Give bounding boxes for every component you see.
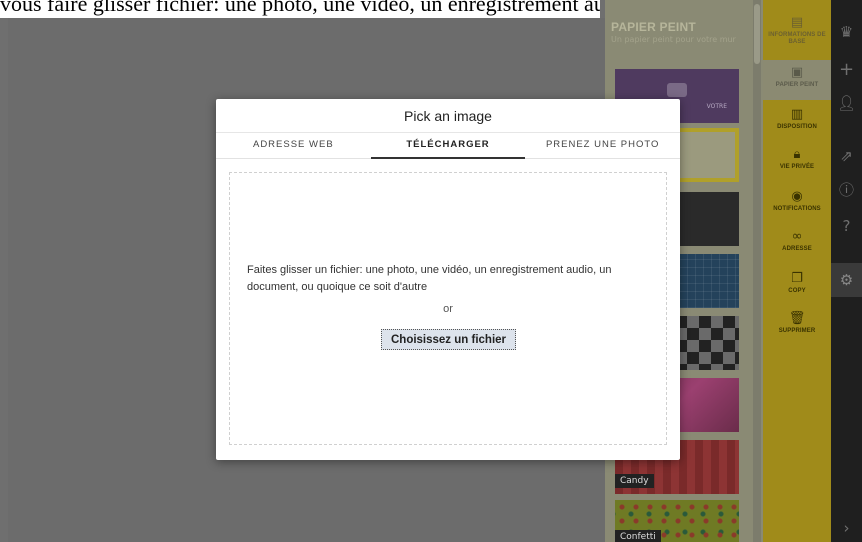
wallpaper-scrollbar[interactable] xyxy=(753,0,761,542)
tools-bar: ♛ + 👤︎ ⇗ ⓘ ? ⚙ › xyxy=(831,0,862,542)
sidebar-item-wallpaper[interactable]: ▣ PAPIER PEINT xyxy=(763,60,831,100)
sidebar-item-address[interactable]: ∞ ADRESSE xyxy=(763,230,831,253)
modal-title: Pick an image xyxy=(216,99,680,133)
info-card-icon: ▤ xyxy=(790,15,804,30)
wallpaper-panel-title: PAPIER PEINT xyxy=(611,20,696,34)
settings-sidebar: ▤ INFORMATIONS DE BASE ▣ PAPIER PEINT ▥ … xyxy=(763,0,831,542)
sidebar-item-label: SUPPRIMER xyxy=(778,328,816,334)
pick-image-modal: Pick an image ADRESSE WEB TÉLÉCHARGER PR… xyxy=(216,99,680,460)
sidebar-item-label: VIE PRIVÉE xyxy=(779,164,815,170)
sidebar-item-label: PAPIER PEINT xyxy=(775,82,819,88)
link-icon: ∞ xyxy=(791,229,803,244)
info-icon[interactable]: ⓘ xyxy=(831,182,862,198)
tab-upload[interactable]: TÉLÉCHARGER xyxy=(370,133,526,159)
sidebar-item-label: DISPOSITION xyxy=(777,124,817,130)
top-text-strip: vous faire glisser fichier: une photo, u… xyxy=(0,0,600,18)
sidebar-item-basic-info[interactable]: ▤ INFORMATIONS DE BASE xyxy=(763,16,831,60)
tab-take-photo[interactable]: PRENEZ UNE PHOTO xyxy=(525,133,680,158)
camera-icon xyxy=(667,83,687,97)
file-dropzone[interactable]: Faites glisser un fichier: une photo, un… xyxy=(229,172,667,445)
plus-icon[interactable]: + xyxy=(831,61,862,79)
sidebar-item-privacy[interactable]: 🔒︎ VIE PRIVÉE xyxy=(763,148,831,171)
sidebar-item-copy[interactable]: ❐ COPY xyxy=(763,272,831,295)
copy-icon: ❐ xyxy=(791,271,803,286)
sidebar-item-label: COPY xyxy=(788,288,806,294)
sidebar-item-delete[interactable]: 🗑︎ SUPPRIMER xyxy=(763,312,831,335)
dropzone-instructions: Faites glisser un fichier: une photo, un… xyxy=(247,264,612,293)
lock-icon: 🔒︎ xyxy=(793,147,801,162)
help-icon[interactable]: ? xyxy=(831,218,862,234)
wallpaper-panel-subtitle: Un papier peint pour votre mur xyxy=(611,35,736,44)
eye-icon: ◉ xyxy=(791,189,803,204)
tile-label-confetti: Confetti xyxy=(615,530,661,542)
choose-file-button[interactable]: Choisissez un fichier xyxy=(381,329,516,350)
user-icon[interactable]: 👤︎ xyxy=(831,95,862,111)
sidebar-item-label: INFORMATIONS DE BASE xyxy=(768,32,826,45)
gear-icon[interactable]: ⚙ xyxy=(831,263,862,297)
tab-web-address[interactable]: ADRESSE WEB xyxy=(216,133,371,158)
crown-icon[interactable]: ♛ xyxy=(831,24,862,40)
top-strip-text: vous faire glisser fichier: une photo, u… xyxy=(0,0,600,16)
sidebar-item-layout[interactable]: ▥ DISPOSITION xyxy=(763,108,831,131)
layout-icon: ▥ xyxy=(790,107,804,122)
chevron-right-icon[interactable]: › xyxy=(831,520,862,536)
wallpaper-tile-confetti[interactable]: Confetti xyxy=(615,500,739,542)
tile-caption: VOTRE xyxy=(706,103,727,110)
trash-icon: 🗑︎ xyxy=(788,311,806,326)
tile-label-candy: Candy xyxy=(615,474,654,488)
modal-tabs: ADRESSE WEB TÉLÉCHARGER PRENEZ UNE PHOTO xyxy=(216,133,680,159)
dropzone-or: or xyxy=(443,303,453,315)
share-icon[interactable]: ⇗ xyxy=(831,148,862,164)
sidebar-item-notifications[interactable]: ◉ NOTIFICATIONS xyxy=(763,190,831,213)
image-icon: ▣ xyxy=(790,65,804,80)
wallpaper-scrollbar-thumb[interactable] xyxy=(754,4,760,64)
sidebar-item-label: NOTIFICATIONS xyxy=(773,206,821,212)
sidebar-item-label: ADRESSE xyxy=(782,246,812,252)
